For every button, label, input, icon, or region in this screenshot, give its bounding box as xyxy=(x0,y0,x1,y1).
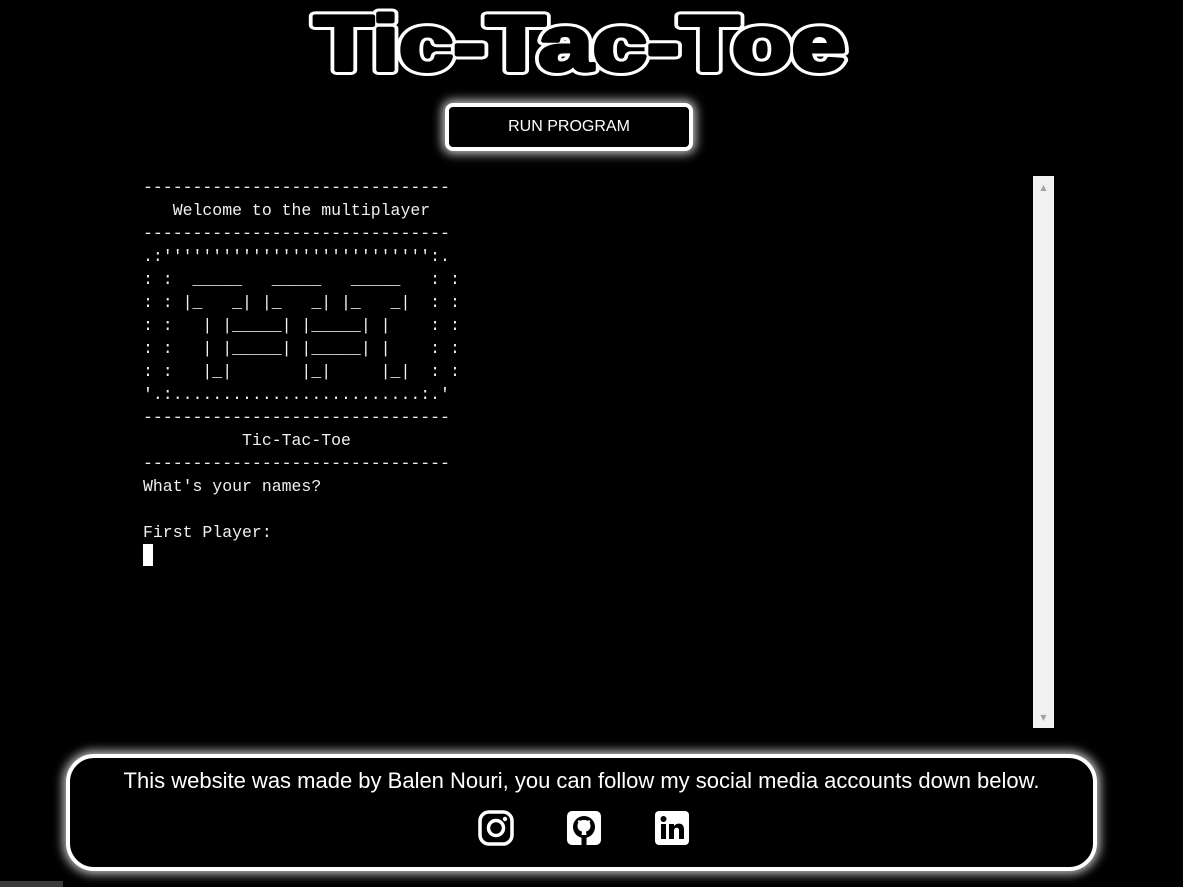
page: Tic-Tac-Toe Tic-Tac-Toe RUN PROGRAM ----… xyxy=(0,0,1183,887)
terminal-line: What's your names? xyxy=(143,477,322,496)
terminal-line: : : |_| |_| |_| : : xyxy=(143,362,460,381)
footer-text: This website was made by Balen Nouri, yo… xyxy=(123,768,1040,793)
bottom-tab xyxy=(0,881,63,887)
terminal-line: : : | |_____| |_____| | : : xyxy=(143,339,460,358)
github-icon[interactable] xyxy=(565,809,603,847)
scroll-up-arrow-icon[interactable]: ▲ xyxy=(1033,178,1054,196)
terminal-line: ------------------------------- xyxy=(143,454,450,473)
terminal-line: Welcome to the multiplayer xyxy=(143,201,431,220)
terminal-output: ------------------------------- Welcome … xyxy=(143,176,460,544)
terminal-line: ------------------------------- xyxy=(143,224,450,243)
instagram-icon[interactable] xyxy=(477,809,515,847)
scroll-down-arrow-icon[interactable]: ▼ xyxy=(1033,708,1054,726)
terminal-line: Tic-Tac-Toe xyxy=(143,431,351,450)
run-program-button[interactable]: RUN PROGRAM xyxy=(445,103,693,151)
terminal-line: : : _____ _____ _____ : : xyxy=(143,270,460,289)
terminal-line: : : | |_____| |_____| | : : xyxy=(143,316,460,335)
footer: This website was made by Balen Nouri, yo… xyxy=(66,754,1097,871)
terminal-line: ------------------------------- xyxy=(143,178,450,197)
terminal-cursor[interactable] xyxy=(143,544,153,566)
terminal-line: : : |_ _| |_ _| |_ _| : : xyxy=(143,293,460,312)
terminal-line: First Player: xyxy=(143,523,272,542)
terminal[interactable]: ------------------------------- Welcome … xyxy=(130,176,1054,728)
logo-title-fill: Tic-Tac-Toe xyxy=(314,0,846,87)
logo: Tic-Tac-Toe Tic-Tac-Toe xyxy=(309,0,851,90)
terminal-line: .:''''''''''''''''''''''''''':. xyxy=(143,247,450,266)
terminal-line: ------------------------------- xyxy=(143,408,450,427)
terminal-line: '.:.........................:.' xyxy=(143,385,450,404)
linkedin-icon[interactable] xyxy=(653,809,691,847)
terminal-scrollbar[interactable]: ▲ ▼ xyxy=(1033,176,1054,728)
